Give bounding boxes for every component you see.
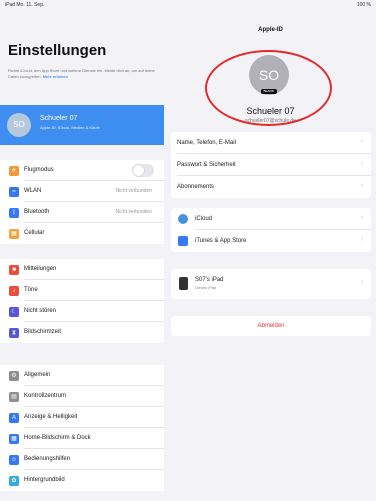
sidebar-group-general: ⚙ Allgemein ▤ Kontrollzentrum A Anzeige … [0, 365, 164, 491]
sidebar-item-home-screen[interactable]: ▦ Home-Bildschirm & Dock [0, 428, 164, 449]
airplane-icon: ✈ [9, 166, 19, 176]
notifications-icon: ■ [9, 265, 19, 275]
sidebar-item-airplane-mode[interactable]: ✈ Flugmodus [0, 160, 164, 181]
page-title: Apple-ID [258, 27, 283, 33]
app-store-row[interactable]: iTunes & App Store › [171, 230, 371, 252]
chevron-right-icon: › [360, 279, 363, 286]
sidebar-item-label: Bluetooth [24, 209, 50, 215]
gear-icon: ⚙ [9, 371, 19, 381]
sidebar-item-label: Flugmodus [24, 167, 54, 173]
chevron-right-icon: › [360, 160, 363, 167]
sidebar-item-label: WLAN [24, 188, 42, 194]
moon-icon: ☾ [9, 307, 19, 317]
sidebar-title: Einstellungen [8, 42, 107, 59]
sidebar-item-accessibility[interactable]: ☺ Bedienungshilfen [0, 449, 164, 470]
sidebar-description-text: Richte iCloud, den App Store und weitere… [8, 68, 155, 79]
sidebar-item-label: Töne [24, 287, 38, 293]
bluetooth-icon: ᛒ [9, 208, 19, 218]
sidebar-item-notifications[interactable]: ■ Mitteilungen [0, 259, 164, 280]
toggle-knob [133, 165, 144, 176]
highlight-annotation [205, 50, 332, 126]
sidebar-item-display[interactable]: A Anzeige & Helligkeit [0, 407, 164, 428]
sidebar-item-do-not-disturb[interactable]: ☾ Nicht stören [0, 301, 164, 322]
sidebar-item-label: Anzeige & Helligkeit [24, 414, 78, 420]
sidebar-item-label: Bildschirmzeit [24, 329, 62, 335]
brightness-icon: A [9, 413, 19, 423]
hourglass-icon: ⧗ [9, 328, 19, 338]
airplane-mode-toggle[interactable] [132, 164, 154, 177]
battery-indicator: 100 % [356, 2, 371, 8]
wifi-status: Nicht verbunden [115, 188, 152, 194]
sidebar-item-label: Cellular [24, 230, 45, 236]
sign-out-button[interactable]: Abmelden [171, 316, 371, 336]
row-label: Name, Telefon, E-Mail [177, 140, 236, 146]
avatar: SO [7, 113, 31, 137]
device-name: S07's iPad [195, 277, 224, 283]
profile-subtitle: Apple-ID, iCloud, Medien & Käufe [40, 125, 100, 130]
row-label: iCloud [195, 216, 213, 222]
apple-id-panel: Apple-ID SO BEARB. Schueler 07 schueler0… [165, 10, 376, 501]
ipad-icon [179, 277, 188, 290]
row-label: Passwort & Sicherheit [177, 162, 236, 168]
chevron-right-icon: › [360, 236, 363, 243]
icloud-row[interactable]: iCloud › [171, 208, 371, 230]
sounds-icon: ♪ [9, 286, 19, 296]
profile-name: Schueler 07 [40, 115, 78, 122]
sidebar-item-label: Home-Bildschirm & Dock [24, 435, 91, 441]
sidebar: Einstellungen Richte iCloud, den App Sto… [0, 10, 164, 501]
password-security-row[interactable]: Passwort & Sicherheit › [171, 154, 371, 176]
chevron-right-icon: › [360, 214, 363, 221]
app-store-icon [178, 236, 188, 246]
device-subtitle: Dieses iPad [195, 285, 217, 290]
sidebar-item-general[interactable]: ⚙ Allgemein [0, 365, 164, 386]
sidebar-group-notifications: ■ Mitteilungen ♪ Töne ☾ Nicht stören ⧗ B… [0, 259, 164, 343]
sidebar-item-screen-time[interactable]: ⧗ Bildschirmzeit [0, 322, 164, 343]
status-time: iPad Mo. 11. Sep. [5, 2, 45, 8]
wallpaper-icon: ✿ [9, 476, 19, 486]
status-bar: iPad Mo. 11. Sep. 100 % [0, 0, 376, 10]
device-row[interactable]: S07's iPad Dieses iPad › [171, 269, 371, 299]
bluetooth-status: Nicht verbunden [115, 209, 152, 215]
sidebar-group-connectivity: ✈ Flugmodus ≈ WLAN Nicht verbunden ᛒ Blu… [0, 160, 164, 244]
sidebar-item-control-center[interactable]: ▤ Kontrollzentrum [0, 386, 164, 407]
cellular-icon: ▦ [9, 229, 19, 239]
row-label: iTunes & App Store [195, 238, 247, 244]
sidebar-item-profile[interactable]: SO Schueler 07 Apple-ID, iCloud, Medien … [0, 105, 164, 145]
sidebar-item-bluetooth[interactable]: ᛒ Bluetooth Nicht verbunden [0, 202, 164, 223]
chevron-right-icon: › [360, 182, 363, 189]
account-settings-group: Name, Telefon, E-Mail › Passwort & Siche… [171, 132, 371, 198]
learn-more-link[interactable]: Mehr erfahren [43, 74, 68, 79]
home-screen-icon: ▦ [9, 434, 19, 444]
icloud-icon [178, 214, 188, 224]
row-label: Abonnements [177, 184, 215, 190]
sidebar-item-label: Bedienungshilfen [24, 456, 71, 462]
wifi-icon: ≈ [9, 187, 19, 197]
accessibility-icon: ☺ [9, 455, 19, 465]
sidebar-description: Richte iCloud, den App Store und weitere… [8, 68, 158, 80]
sidebar-item-label: Allgemein [24, 372, 51, 378]
services-group: iCloud › iTunes & App Store › [171, 208, 371, 252]
sidebar-item-label: Hintergrundbild [24, 477, 65, 483]
sidebar-item-label: Kontrollzentrum [24, 393, 67, 399]
subscriptions-row[interactable]: Abonnements › [171, 176, 371, 198]
sidebar-item-cellular[interactable]: ▦ Cellular [0, 223, 164, 244]
sidebar-item-wifi[interactable]: ≈ WLAN Nicht verbunden [0, 181, 164, 202]
devices-group: S07's iPad Dieses iPad › [171, 269, 371, 299]
chevron-right-icon: › [360, 138, 363, 145]
sidebar-item-sounds[interactable]: ♪ Töne [0, 280, 164, 301]
sidebar-item-wallpaper[interactable]: ✿ Hintergrundbild [0, 470, 164, 491]
name-phone-email-row[interactable]: Name, Telefon, E-Mail › [171, 132, 371, 154]
sidebar-item-label: Mitteilungen [24, 266, 57, 272]
control-center-icon: ▤ [9, 392, 19, 402]
sidebar-item-label: Nicht stören [24, 308, 57, 314]
